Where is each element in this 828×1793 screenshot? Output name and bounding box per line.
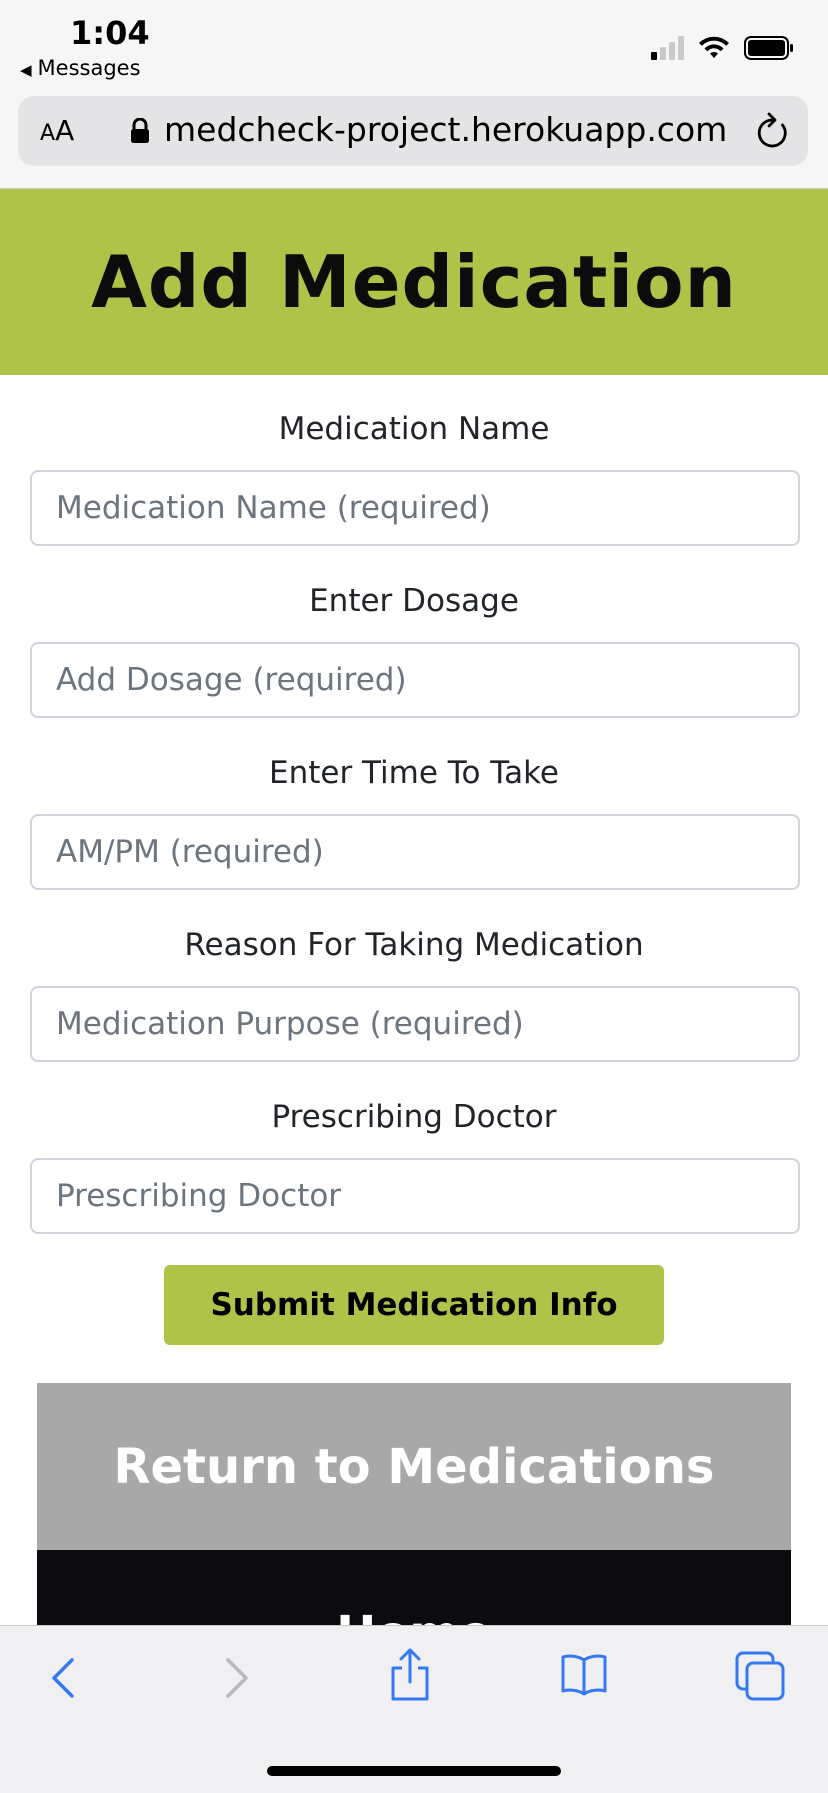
prescribing-doctor-label: Prescribing Doctor [271, 1099, 557, 1135]
lock-icon [131, 118, 149, 143]
reload-icon[interactable] [754, 112, 790, 150]
time-to-take-input[interactable] [30, 814, 800, 890]
return-to-medications-button[interactable]: Return to Medications [37, 1383, 791, 1550]
wifi-icon [699, 36, 729, 58]
url-text[interactable]: medcheck-project.herokuapp.com [164, 110, 727, 149]
reason-label: Reason For Taking Medication [184, 927, 644, 963]
return-to-medications-label: Return to Medications [113, 1438, 715, 1495]
share-icon[interactable] [388, 1648, 432, 1702]
forward-arrow-icon[interactable] [216, 1656, 256, 1700]
back-to-app-link[interactable]: ◀ Messages [20, 56, 141, 80]
status-time: 1:04 [70, 14, 150, 52]
status-icons [651, 36, 794, 60]
address-bar[interactable]: AA medcheck-project.herokuapp.com [18, 96, 808, 166]
back-triangle-icon: ◀ [20, 61, 32, 79]
dosage-input[interactable] [30, 642, 800, 718]
tabs-icon[interactable] [734, 1650, 786, 1702]
battery-icon [744, 36, 793, 60]
cellular-signal-icon [651, 36, 684, 60]
back-app-label: Messages [37, 56, 141, 80]
medication-name-label: Medication Name [278, 411, 550, 447]
status-bar: 1:04 ◀ Messages [0, 0, 828, 88]
home-indicator [267, 1766, 561, 1776]
page-title: Add Medication [91, 240, 737, 324]
page-header: Add Medication [0, 189, 828, 375]
dosage-label: Enter Dosage [309, 583, 519, 619]
prescribing-doctor-input[interactable] [30, 1158, 800, 1234]
medication-name-input[interactable] [30, 470, 800, 546]
reason-input[interactable] [30, 986, 800, 1062]
bookmarks-icon[interactable] [560, 1652, 608, 1696]
back-arrow-icon[interactable] [44, 1656, 84, 1700]
text-size-button[interactable]: AA [40, 114, 74, 147]
submit-medication-button[interactable]: Submit Medication Info [164, 1265, 664, 1345]
time-to-take-label: Enter Time To Take [269, 755, 559, 791]
browser-address-area: AA medcheck-project.herokuapp.com [0, 88, 828, 189]
